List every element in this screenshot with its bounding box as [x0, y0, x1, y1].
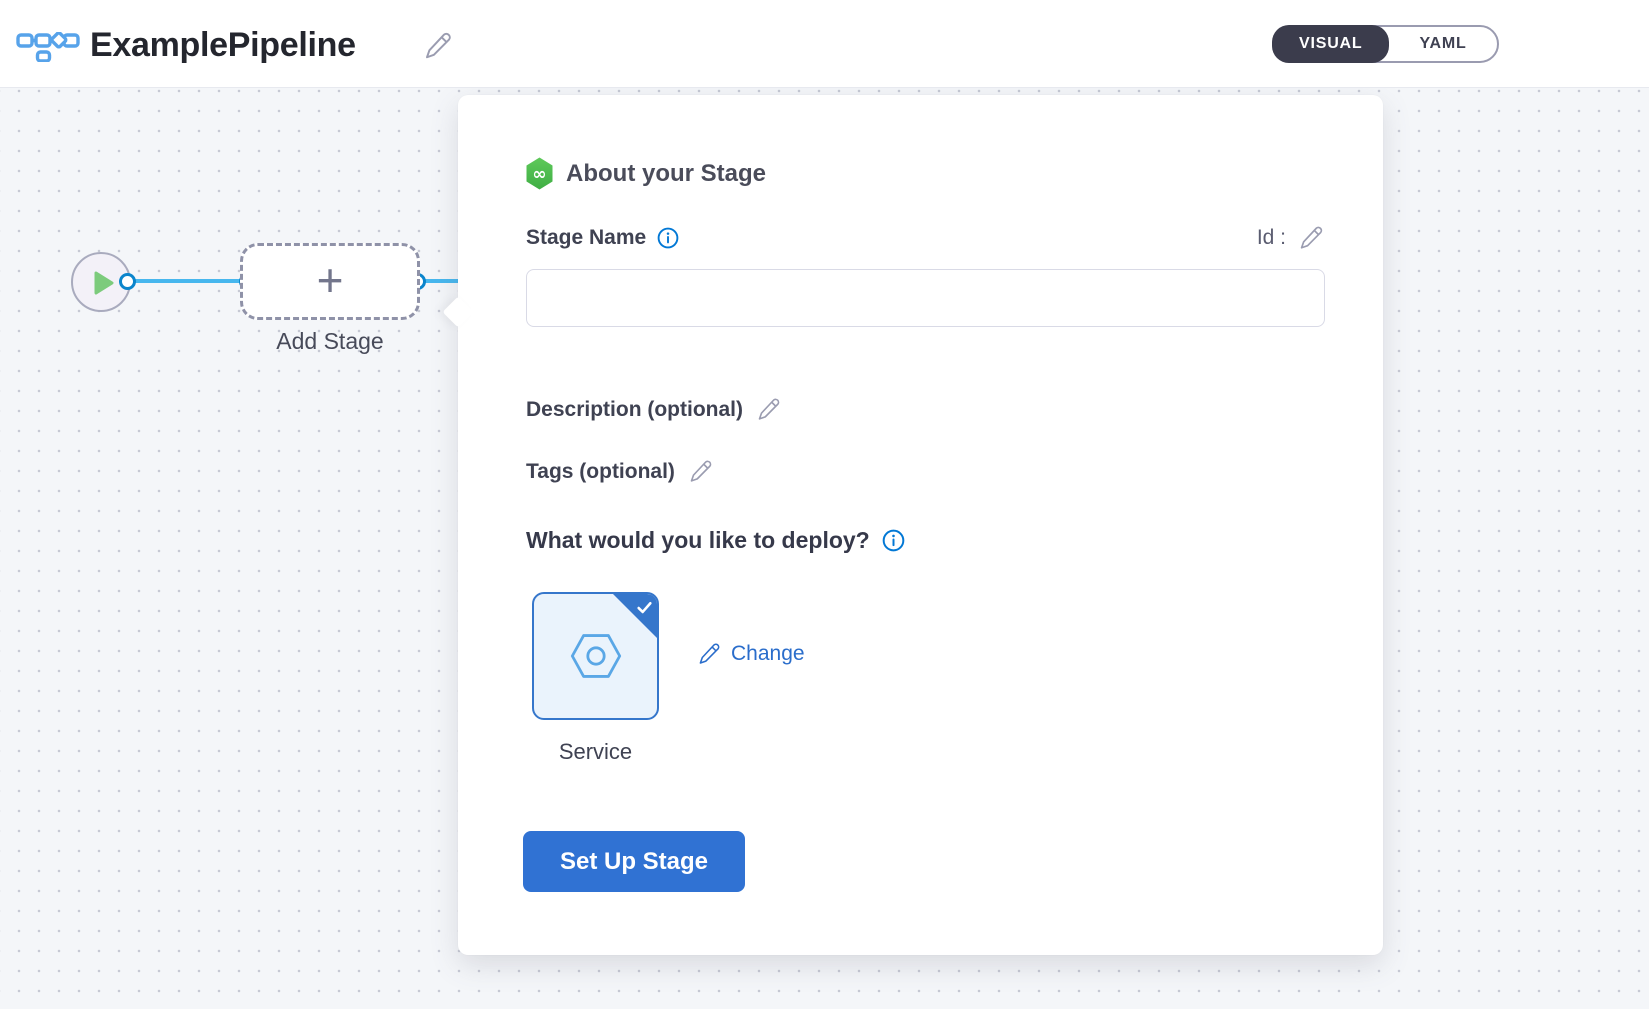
add-stage-label: Add Stage — [240, 328, 420, 355]
tags-row: Tags (optional) — [526, 459, 714, 484]
connector-port[interactable] — [119, 273, 136, 290]
pipeline-icon — [16, 32, 80, 67]
set-up-stage-button[interactable]: Set Up Stage — [523, 831, 745, 892]
about-stage-panel: ∞ About your Stage Stage Name Id : — [458, 95, 1383, 955]
add-stage-node[interactable]: + — [240, 243, 420, 320]
change-deploy-type-link[interactable]: Change — [698, 642, 805, 666]
svg-text:∞: ∞ — [532, 165, 546, 185]
info-icon[interactable] — [882, 529, 905, 552]
checkmark-icon — [636, 599, 653, 616]
page-title: ExamplePipeline — [90, 26, 356, 65]
deploy-question-row: What would you like to deploy? — [526, 527, 905, 554]
infinity-hexagon-icon: ∞ — [526, 157, 553, 190]
description-row: Description (optional) — [526, 397, 782, 422]
edit-tags-pencil-icon[interactable] — [689, 459, 714, 484]
stage-id-label: Id : — [1257, 226, 1286, 250]
connector-edge — [127, 279, 248, 283]
hexagon-nut-icon — [568, 631, 624, 681]
edit-pipeline-pencil-icon[interactable] — [424, 31, 454, 66]
toggle-visual[interactable]: VISUAL — [1272, 25, 1389, 63]
deploy-option-card-service[interactable] — [532, 592, 659, 720]
deploy-question: What would you like to deploy? — [526, 527, 870, 554]
visual-yaml-toggle: VISUAL YAML — [1272, 25, 1499, 63]
play-icon — [94, 271, 114, 300]
info-icon[interactable] — [657, 227, 679, 249]
stage-name-label: Stage Name — [526, 226, 646, 250]
stage-name-input[interactable] — [526, 269, 1325, 327]
edit-id-pencil-icon[interactable] — [1299, 225, 1325, 251]
pipeline-canvas[interactable]: + Add Stage ∞ About your Stage Stage Nam… — [0, 88, 1649, 1009]
edit-description-pencil-icon[interactable] — [757, 397, 782, 422]
change-label: Change — [731, 642, 805, 666]
change-pencil-icon — [698, 642, 722, 666]
toggle-yaml[interactable]: YAML — [1389, 27, 1496, 61]
panel-caret — [442, 296, 473, 327]
plus-icon: + — [317, 257, 344, 303]
tags-label: Tags (optional) — [526, 460, 675, 484]
description-label: Description (optional) — [526, 398, 743, 422]
header-bar: ExamplePipeline VISUAL YAML — [0, 0, 1649, 88]
panel-heading: ∞ About your Stage — [526, 157, 766, 190]
stage-name-row: Stage Name Id : — [526, 221, 1325, 255]
deploy-option-label: Service — [532, 739, 659, 765]
panel-title: About your Stage — [566, 160, 766, 188]
